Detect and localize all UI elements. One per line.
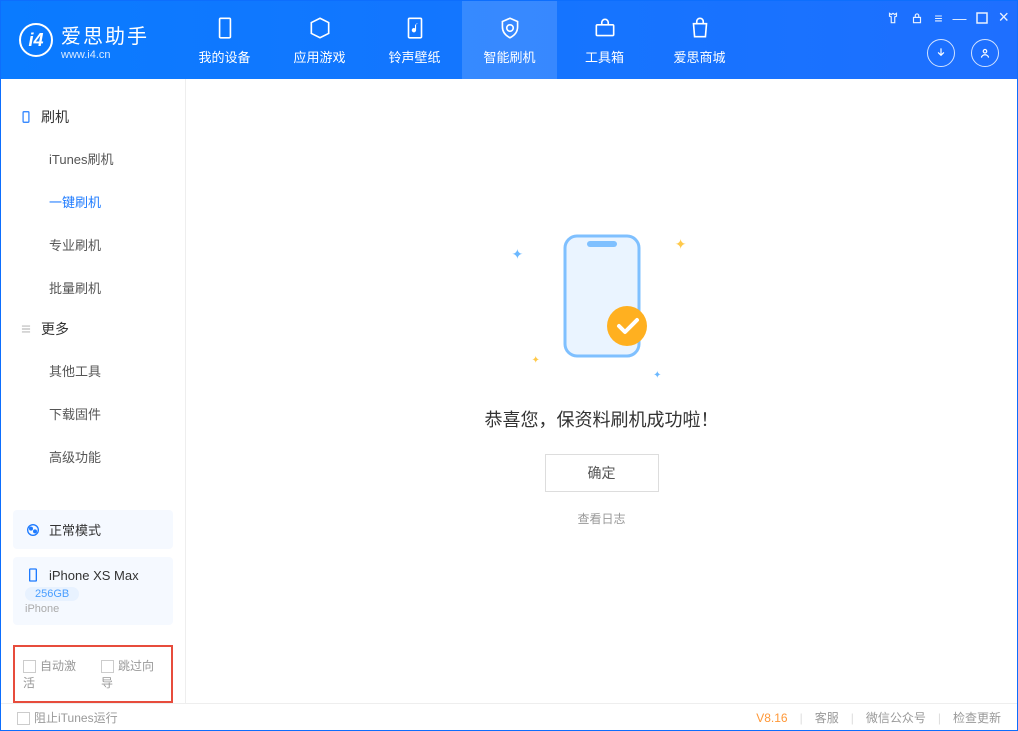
bag-icon [687,15,713,41]
footer-link-update[interactable]: 检查更新 [953,709,1001,726]
music-file-icon [402,15,428,41]
download-icon [934,46,948,60]
tab-label: 智能刷机 [483,47,535,66]
checkbox-block-itunes[interactable]: 阻止iTunes运行 [17,709,118,726]
divider: | [851,711,854,725]
sparkle-icon: ✦ [532,355,540,366]
user-button[interactable] [971,39,999,67]
status-bar: 阻止iTunes运行 V8.16 | 客服 | 微信公众号 | 检查更新 [1,703,1017,731]
tab-my-device[interactable]: 我的设备 [177,1,272,79]
device-name: iPhone XS Max [49,568,139,583]
phone-icon [212,15,238,41]
list-icon [19,322,33,336]
tab-label: 爱思商城 [673,47,725,66]
sidebar-item-advanced[interactable]: 高级功能 [1,435,185,478]
sidebar-item-download-firmware[interactable]: 下载固件 [1,392,185,435]
section-title-label: 更多 [41,319,69,339]
sidebar-item-other-tools[interactable]: 其他工具 [1,349,185,392]
success-illustration: ✦ ✦ ✦ ✦ [522,216,682,376]
device-box[interactable]: iPhone XS Max 256GB iPhone [13,557,173,625]
mode-icon [25,522,41,538]
success-message: 恭喜您，保资料刷机成功啦！ [485,406,719,432]
download-button[interactable] [927,39,955,67]
section-title-label: 刷机 [41,107,69,127]
device-icon [19,110,33,124]
nav-tabs: 我的设备 应用游戏 铃声壁纸 智能刷机 工具箱 爱思商城 [177,1,747,79]
user-icon [978,46,992,60]
refresh-shield-icon [497,15,523,41]
sidebar: 刷机 iTunes刷机 一键刷机 专业刷机 批量刷机 更多 其他工具 下载固件 … [1,79,186,703]
checkbox-skip-guide[interactable]: 跳过向导 [101,657,163,691]
window-controls: ≡ — × [886,7,1009,28]
tab-smart-flash[interactable]: 智能刷机 [462,1,557,79]
sidebar-item-pro-flash[interactable]: 专业刷机 [1,223,185,266]
divider: | [938,711,941,725]
header-right-icons [927,39,999,67]
shirt-icon[interactable] [886,11,900,25]
sidebar-section-more: 更多 [1,309,185,349]
title-bar: i4 爱思助手 www.i4.cn 我的设备 应用游戏 铃声壁纸 智能刷机 工具… [1,1,1017,79]
app-name-en: www.i4.cn [61,49,149,61]
main-content: ✦ ✦ ✦ ✦ 恭喜您，保资料刷机成功啦！ 确定 查看日志 [186,79,1017,703]
divider: | [800,711,803,725]
tab-apps-games[interactable]: 应用游戏 [272,1,367,79]
footer-link-support[interactable]: 客服 [815,709,839,726]
body-area: 刷机 iTunes刷机 一键刷机 专业刷机 批量刷机 更多 其他工具 下载固件 … [1,79,1017,703]
sidebar-item-batch-flash[interactable]: 批量刷机 [1,266,185,309]
sidebar-item-oneclick-flash[interactable]: 一键刷机 [1,180,185,223]
phone-small-icon [25,567,41,583]
sparkle-icon: ✦ [653,370,661,381]
sidebar-item-itunes-flash[interactable]: iTunes刷机 [1,137,185,180]
toolbox-icon [592,15,618,41]
maximize-button[interactable] [976,12,988,24]
sparkle-icon: ✦ [675,236,687,253]
close-button[interactable]: × [998,7,1009,28]
lock-icon[interactable] [910,11,924,25]
logo-area: i4 爱思助手 www.i4.cn [1,20,167,61]
phone-success-icon [557,231,647,361]
minimize-button[interactable]: — [952,10,966,26]
checkbox-label: 阻止iTunes运行 [34,711,118,725]
mode-box[interactable]: 正常模式 [13,510,173,549]
cube-icon [307,15,333,41]
app-title: 爱思助手 www.i4.cn [61,20,149,61]
tab-ringtone-wallpaper[interactable]: 铃声壁纸 [367,1,462,79]
ok-button[interactable]: 确定 [545,454,659,492]
tab-label: 铃声壁纸 [388,47,440,66]
footer-link-wechat[interactable]: 微信公众号 [866,709,926,726]
tab-toolbox[interactable]: 工具箱 [557,1,652,79]
sidebar-section-flash: 刷机 [1,97,185,137]
sparkle-icon: ✦ [512,246,524,263]
options-highlight-box: 自动激活 跳过向导 [13,645,173,703]
tab-label: 工具箱 [585,47,624,66]
app-name-cn: 爱思助手 [61,20,149,49]
app-logo-icon: i4 [19,23,53,57]
device-capacity: 256GB [25,587,79,601]
tab-label: 应用游戏 [293,47,345,66]
menu-icon[interactable]: ≡ [934,10,942,26]
tab-store[interactable]: 爱思商城 [652,1,747,79]
device-type: iPhone [25,603,161,615]
tab-label: 我的设备 [198,47,250,66]
mode-label: 正常模式 [49,520,101,539]
view-log-link[interactable]: 查看日志 [577,510,625,527]
device-info-area: 正常模式 iPhone XS Max 256GB iPhone [1,502,185,637]
version-label: V8.16 [756,711,787,725]
checkbox-auto-activate[interactable]: 自动激活 [23,657,85,691]
